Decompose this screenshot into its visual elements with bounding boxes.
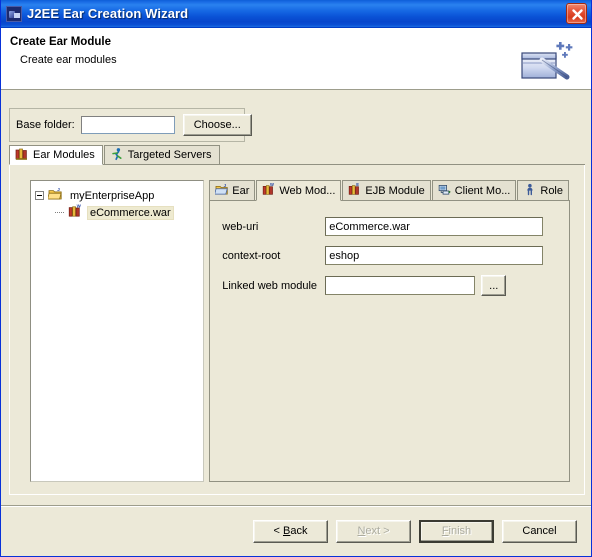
web-uri-row: web-uri: [222, 217, 559, 236]
expand-collapse-icon[interactable]: [35, 191, 44, 200]
books-icon: [15, 147, 29, 164]
tab-label: Client Mo...: [454, 184, 511, 197]
tree-row[interactable]: W eCommerce.war: [35, 203, 201, 221]
tab-label: EJB Module: [365, 184, 425, 197]
inner-tab-bar: J Ear W Web Mod... E EJB Module Client M…: [209, 180, 570, 201]
tab-ear-modules[interactable]: Ear Modules: [9, 145, 103, 165]
linked-web-module-row: Linked web module ...: [222, 275, 559, 296]
choose-button[interactable]: Choose...: [182, 114, 252, 136]
tab-ear[interactable]: J Ear: [209, 180, 256, 200]
dialog-footer: < Back Next > Finish Cancel: [1, 506, 591, 555]
web-module-icon: W: [68, 203, 83, 221]
ejb-module-icon: E: [348, 182, 362, 199]
finish-button[interactable]: Finish: [419, 519, 494, 543]
linked-web-module-input[interactable]: [325, 276, 476, 295]
context-root-input[interactable]: [325, 246, 544, 265]
window-title: J2EE Ear Creation Wizard: [27, 7, 189, 20]
tab-role[interactable]: Role: [517, 180, 569, 200]
tab-label: Web Mod...: [279, 184, 336, 197]
tab-client-module[interactable]: Client Mo...: [431, 180, 517, 200]
context-root-label: context-root: [222, 249, 281, 262]
svg-text:W: W: [77, 204, 82, 208]
outer-tab-bar: Ear Modules Targeted Servers: [9, 145, 585, 165]
page-description: Create ear modules: [20, 54, 117, 66]
next-button[interactable]: Next >: [336, 519, 411, 543]
web-module-icon: W: [262, 182, 276, 199]
title-bar: J2EE Ear Creation Wizard: [1, 0, 591, 28]
tab-label: Targeted Servers: [127, 149, 212, 161]
linked-web-module-label: Linked web module: [222, 279, 318, 292]
wizard-header: Create Ear Module Create ear modules: [1, 28, 591, 90]
tree-row[interactable]: J myEnterpriseApp: [35, 187, 201, 204]
tree-node-label: myEnterpriseApp: [70, 189, 155, 202]
svg-text:E: E: [357, 183, 360, 187]
person-icon: [523, 183, 537, 199]
ear-folder-icon: J: [47, 187, 63, 204]
context-root-row: context-root: [222, 246, 559, 265]
base-folder-label: Base folder:: [16, 119, 75, 131]
web-module-form: web-uri context-root Linked web module .…: [209, 201, 570, 482]
cancel-button[interactable]: Cancel: [502, 519, 577, 543]
browse-linked-module-button[interactable]: ...: [481, 275, 507, 296]
app-icon: [6, 5, 22, 22]
back-button[interactable]: < Back: [253, 519, 328, 543]
tab-label: Role: [540, 184, 563, 197]
web-uri-input[interactable]: [325, 217, 544, 236]
details-panel: J Ear W Web Mod... E EJB Module Client M…: [209, 180, 570, 482]
page-title: Create Ear Module: [10, 36, 111, 48]
tree-connector: [55, 211, 64, 214]
tab-ejb-module[interactable]: E EJB Module: [342, 180, 431, 200]
main-content: J myEnterpriseApp W eCommerce.war J Ear …: [9, 165, 585, 495]
base-folder-group: Base folder: Choose...: [9, 108, 252, 142]
tree-node-label: eCommerce.war: [87, 205, 174, 220]
module-tree[interactable]: J myEnterpriseApp W eCommerce.war: [30, 180, 204, 482]
web-uri-label: web-uri: [222, 220, 259, 233]
base-folder-input[interactable]: [80, 116, 175, 134]
wizard-wand-icon: [515, 36, 579, 86]
close-icon[interactable]: [566, 3, 587, 24]
tab-targeted-servers[interactable]: Targeted Servers: [103, 145, 220, 164]
tab-label: Ear Modules: [33, 149, 95, 161]
ear-folder-icon: J: [214, 182, 229, 199]
runner-icon: [110, 147, 124, 164]
tab-web-module[interactable]: W Web Mod...: [256, 180, 342, 201]
client-module-icon: [438, 183, 452, 199]
svg-text:W: W: [270, 183, 274, 187]
wizard-dialog: J2EE Ear Creation Wizard Create Ear Modu…: [0, 0, 592, 557]
tab-label: Ear: [232, 184, 250, 197]
svg-text:J: J: [57, 187, 60, 192]
